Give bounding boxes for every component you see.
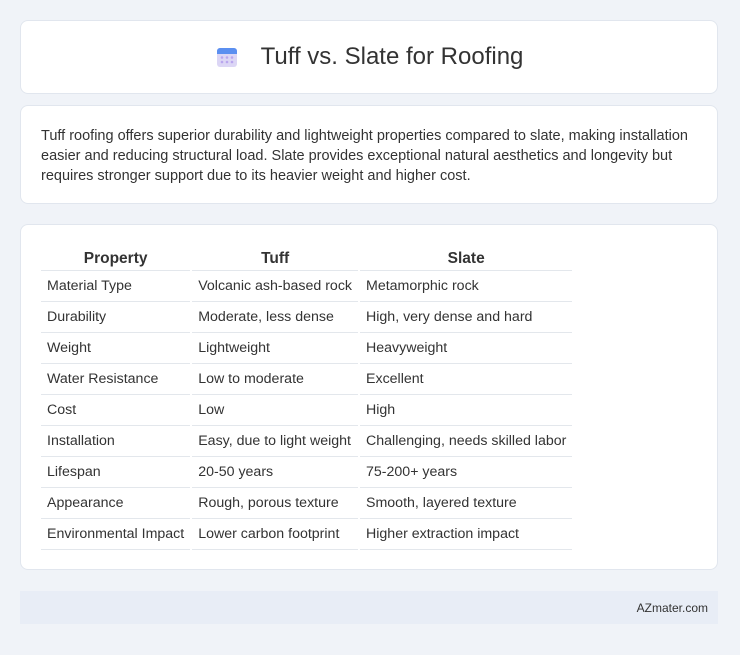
tuff-cell: Low [192,395,359,426]
column-header-property: Property [41,247,191,271]
table-row: Cost Low High [41,395,573,426]
slate-cell: Higher extraction impact [360,519,573,550]
table-row: Material Type Volcanic ash-based rock Meta… [41,271,573,302]
property-cell: Lifespan [41,457,191,488]
table-row: Water Resistance Low to moderate Excellent [41,364,573,395]
slate-cell: Challenging, needs skilled labor [360,426,573,457]
slate-cell: Heavyweight [360,333,573,364]
footer-site-link[interactable]: AZmater.com [637,601,708,615]
tuff-cell: Rough, porous texture [192,488,359,519]
table-row: Weight Lightweight Heavyweight [41,333,573,364]
table-row: Installation Easy, due to light weight Cha… [41,426,573,457]
summary-card: Tuff roofing offers superior durability … [20,105,718,204]
property-cell: Weight [41,333,191,364]
tuff-cell: Lightweight [192,333,359,364]
tuff-cell: Easy, due to light weight [192,426,359,457]
tuff-cell: Low to moderate [192,364,359,395]
property-cell: Material Type [41,271,191,302]
title-card: Tuff vs. Slate for Roofing [20,20,718,94]
table-row: Environmental Impact Lower carbon footpri… [41,519,573,550]
slate-cell: Smooth, layered texture [360,488,573,519]
slate-cell: Excellent [360,364,573,395]
property-cell: Appearance [41,488,191,519]
comparison-card: Property Tuff Slate Material Type Volcani… [20,224,718,570]
tuff-cell: Moderate, less dense [192,302,359,333]
property-cell: Cost [41,395,191,426]
slate-cell: High [360,395,573,426]
slate-cell: High, very dense and hard [360,302,573,333]
comparison-table: Property Tuff Slate Material Type Volcani… [39,247,574,550]
calendar-icon [216,48,237,67]
property-cell: Water Resistance [41,364,191,395]
property-cell: Durability [41,302,191,333]
table-row: Appearance Rough, porous texture Smooth, l… [41,488,573,519]
tuff-cell: Lower carbon footprint [192,519,359,550]
table-header-row: Property Tuff Slate [41,247,573,271]
column-header-tuff: Tuff [192,247,359,271]
table-row: Durability Moderate, less dense High, very… [41,302,573,333]
table-row: Lifespan 20-50 years 75-200+ years [41,457,573,488]
footer: AZmater.com [20,591,718,624]
slate-cell: 75-200+ years [360,457,573,488]
slate-cell: Metamorphic rock [360,271,573,302]
page-title: Tuff vs. Slate for Roofing [260,43,524,70]
property-cell: Installation [41,426,191,457]
summary-text: Tuff roofing offers superior durability … [41,128,688,184]
tuff-cell: Volcanic ash-based rock [192,271,359,302]
column-header-slate: Slate [360,247,573,271]
property-cell: Environmental Impact [41,519,191,550]
tuff-cell: 20-50 years [192,457,359,488]
